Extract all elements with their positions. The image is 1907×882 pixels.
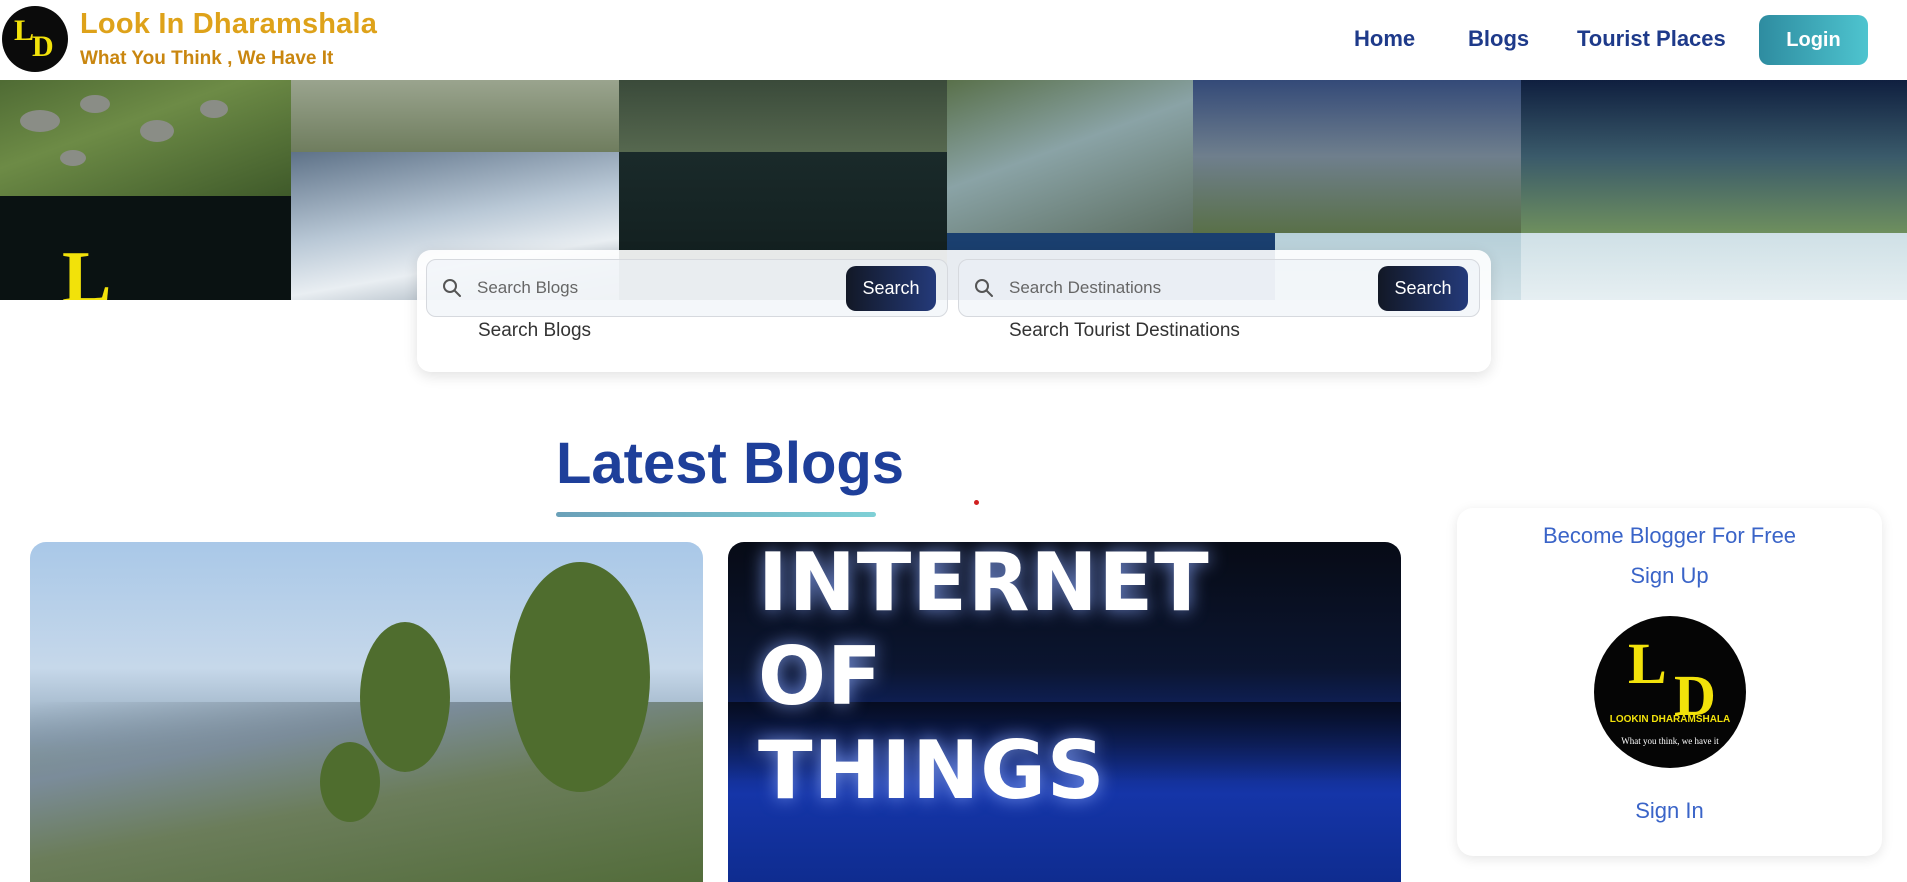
login-button[interactable]: Login: [1759, 15, 1868, 65]
destination-search-caption: Search Tourist Destinations: [1009, 320, 1240, 341]
destination-search-input[interactable]: [1009, 274, 1349, 302]
sign-up-link[interactable]: Sign Up: [1457, 563, 1882, 589]
become-blogger-link[interactable]: Become Blogger For Free: [1457, 523, 1882, 549]
site-logo[interactable]: L D: [2, 6, 68, 72]
hero-tile-river: [947, 80, 1193, 233]
search-icon: [975, 279, 993, 297]
blog-search-button[interactable]: Search: [846, 266, 936, 311]
nav-tourist-places[interactable]: Tourist Places: [1577, 26, 1726, 52]
card-image-text-of: OF: [758, 630, 883, 723]
nav-home[interactable]: Home: [1354, 26, 1415, 52]
destination-search-box: Search: [958, 259, 1480, 317]
destination-search-button[interactable]: Search: [1378, 266, 1468, 311]
decorative-dot: [974, 500, 979, 505]
hero-tile-town: [1193, 80, 1521, 233]
hero-tile-logo: L: [0, 196, 291, 300]
blog-search-caption: Search Blogs: [478, 320, 592, 341]
hero-tile-stadium: [1521, 80, 1907, 233]
sign-in-link[interactable]: Sign In: [1457, 798, 1882, 824]
hero-tile-dog-rock: [291, 80, 619, 152]
blog-search-box: Search: [426, 259, 948, 317]
blog-card-mountain[interactable]: [30, 542, 703, 882]
hero-tile-grass-rocks: [0, 80, 291, 196]
nav-blogs[interactable]: Blogs: [1468, 26, 1529, 52]
logo-letter-d: D: [32, 30, 54, 63]
side-logo: L D LOOKIN DHARAMSHALA What you think, w…: [1594, 616, 1746, 768]
blogger-signup-panel: Become Blogger For Free Sign Up L D LOOK…: [1457, 508, 1882, 856]
side-logo-letter-l: L: [1628, 631, 1667, 696]
logo-letter-l: L: [14, 14, 35, 47]
search-icon: [443, 279, 461, 297]
search-panel: Search Search Blogs Search Search Touris…: [417, 250, 1491, 372]
card-image-text-internet: INTERNET: [758, 542, 1210, 629]
side-logo-caption: LOOKIN DHARAMSHALA: [1609, 714, 1731, 725]
hero-tile-forest: [619, 80, 947, 152]
latest-blogs-title: Latest Blogs: [556, 431, 905, 496]
hero-tile-sky-2: [1521, 233, 1907, 300]
blog-search-input[interactable]: [477, 274, 817, 302]
brand-title[interactable]: Look In Dharamshala: [80, 8, 377, 41]
brand-tagline: What You Think , We Have It: [80, 48, 334, 69]
blog-card-iot[interactable]: INTERNET OF THINGS: [728, 542, 1401, 882]
hero-logo-letter: L: [62, 237, 112, 300]
site-header: L D Look In Dharamshala What You Think ,…: [0, 0, 1907, 80]
title-underline: [556, 512, 876, 517]
side-logo-tagline: What you think, we have it: [1621, 736, 1719, 746]
card-image-text-things: THINGS: [758, 724, 1106, 817]
